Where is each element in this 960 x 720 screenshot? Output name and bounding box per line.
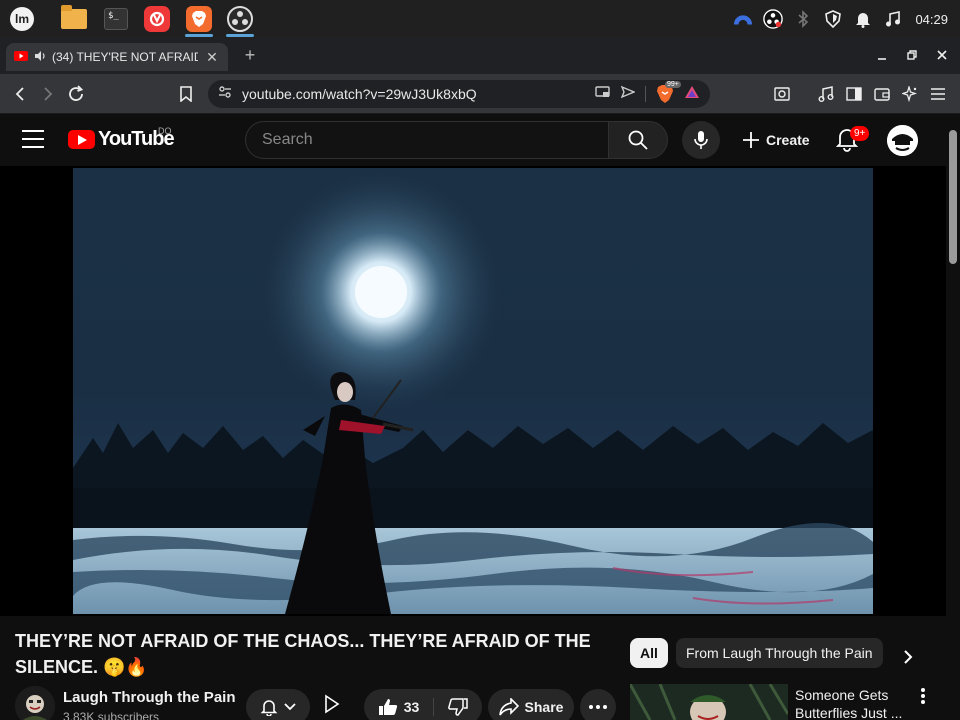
chip-all[interactable]: All [630, 638, 668, 668]
close-window-button[interactable] [930, 46, 954, 66]
search-icon [628, 130, 648, 150]
back-button[interactable] [8, 82, 32, 106]
bluetooth-icon[interactable] [793, 9, 813, 29]
mint-logo-icon: lm [10, 7, 34, 31]
search-button[interactable] [608, 121, 668, 159]
plus-icon [743, 132, 759, 148]
youtube-favicon-icon [14, 50, 28, 64]
vivaldi-icon [144, 6, 170, 32]
wallet-icon[interactable] [870, 82, 894, 106]
browser-tab-strip: (34) THEY'RE NOT AFRAID ✕ + [0, 38, 960, 74]
screenshot-icon[interactable] [770, 82, 794, 106]
bookmark-icon[interactable] [174, 82, 198, 106]
dislike-button[interactable] [434, 698, 469, 716]
minimize-button[interactable] [870, 46, 894, 66]
subscribed-button[interactable] [246, 689, 310, 720]
clock[interactable]: 04:29 [915, 12, 948, 27]
tab-close-icon[interactable]: ✕ [204, 49, 220, 66]
microphone-icon [694, 131, 708, 149]
youtube-play-icon [68, 130, 95, 149]
recommendation-thumbnail[interactable] [630, 684, 788, 720]
search-box[interactable] [245, 121, 608, 159]
share-label: Share [524, 699, 564, 715]
channel-name[interactable]: Laugh Through the Pain [63, 689, 236, 706]
shield-icon[interactable] [823, 9, 843, 29]
address-bar[interactable]: youtube.com/watch?v=29wJ3Uk8xbQ 99+ [208, 80, 710, 108]
obs-icon [227, 6, 253, 32]
music-note-icon[interactable] [883, 9, 903, 29]
guide-menu-icon[interactable] [22, 130, 44, 148]
brave-lion-icon [186, 6, 212, 32]
chip-from-channel[interactable]: From Laugh Through the Pain [676, 638, 883, 668]
thumbs-up-icon [378, 699, 397, 715]
account-avatar[interactable] [887, 125, 918, 156]
maximize-button[interactable] [900, 46, 924, 66]
create-label: Create [766, 132, 810, 148]
subscriber-count: 3.83K subscribers [63, 710, 160, 720]
brave-app-button[interactable] [182, 3, 216, 37]
sidebar-toggle-icon[interactable] [842, 82, 866, 106]
video-title: THEY’RE NOT AFRAID OF THE CHAOS... THEY’… [15, 631, 591, 677]
scrollbar-thumb[interactable] [949, 130, 957, 264]
youtube-header: YouTube DO Create 9+ [0, 114, 946, 166]
terminal-app-button[interactable]: $_ [99, 3, 133, 35]
clip-button[interactable] [322, 694, 344, 716]
shield-count-badge: 99+ [665, 81, 681, 88]
browser-tab-active[interactable]: (34) THEY'RE NOT AFRAID ✕ [6, 43, 228, 71]
vpn-icon[interactable] [733, 9, 753, 29]
tab-title: (34) THEY'RE NOT AFRAID [52, 50, 198, 64]
page-scrollbar[interactable] [946, 114, 960, 720]
more-vertical-icon [921, 688, 925, 704]
share-button[interactable]: Share [488, 689, 574, 720]
chevron-right-icon [904, 650, 913, 664]
like-button[interactable]: 33 [378, 698, 435, 716]
new-tab-button[interactable]: + [240, 45, 260, 65]
vivaldi-app-button[interactable] [140, 3, 174, 35]
os-taskbar: lm $_ 04:29 [0, 0, 960, 38]
cast-icon[interactable] [595, 85, 611, 104]
browser-menu-icon[interactable] [926, 82, 950, 106]
thumbs-down-icon [448, 698, 469, 716]
create-button[interactable]: Create [734, 121, 814, 159]
like-count: 33 [403, 699, 420, 715]
brave-rewards-icon[interactable] [684, 85, 700, 104]
divider [645, 86, 646, 102]
speaker-icon[interactable] [34, 50, 46, 65]
obs-app-button[interactable] [223, 3, 257, 37]
recommendation-title[interactable]: Someone Gets Butterflies Just ... [795, 686, 905, 720]
voice-search-button[interactable] [682, 121, 720, 159]
send-icon[interactable] [620, 85, 636, 104]
leo-ai-icon[interactable] [898, 82, 922, 106]
mint-menu-button[interactable]: lm [5, 3, 39, 35]
folder-icon [61, 5, 87, 29]
brave-shields-button[interactable]: 99+ [656, 81, 681, 104]
reload-button[interactable] [64, 82, 88, 106]
bell-icon [260, 700, 278, 716]
chevron-down-icon [284, 703, 296, 711]
notification-badge: 9+ [850, 126, 870, 141]
terminal-icon: $_ [104, 8, 128, 30]
more-actions-button[interactable] [580, 689, 616, 720]
media-music-icon[interactable] [814, 82, 838, 106]
browser-toolbar: youtube.com/watch?v=29wJ3Uk8xbQ 99+ [0, 74, 960, 114]
like-dislike-group: 33 [364, 689, 482, 720]
video-player[interactable] [73, 168, 873, 614]
forward-button[interactable] [36, 82, 60, 106]
recommendation-menu-button[interactable] [914, 686, 932, 706]
channel-avatar[interactable] [15, 686, 55, 720]
more-horizontal-icon [589, 705, 607, 709]
video-frame [73, 168, 873, 614]
search-input[interactable] [262, 131, 608, 149]
files-app-button[interactable] [57, 3, 91, 35]
country-code: DO [158, 126, 172, 136]
obs-tray-icon[interactable] [763, 9, 784, 29]
site-settings-icon[interactable] [218, 85, 232, 104]
chips-next-button[interactable] [896, 645, 920, 669]
url-text[interactable]: youtube.com/watch?v=29wJ3Uk8xbQ [242, 86, 585, 102]
play-outline-icon [325, 694, 340, 714]
share-icon [498, 698, 519, 716]
system-tray: 04:29 [733, 0, 960, 38]
notification-bell-icon[interactable] [853, 9, 873, 29]
